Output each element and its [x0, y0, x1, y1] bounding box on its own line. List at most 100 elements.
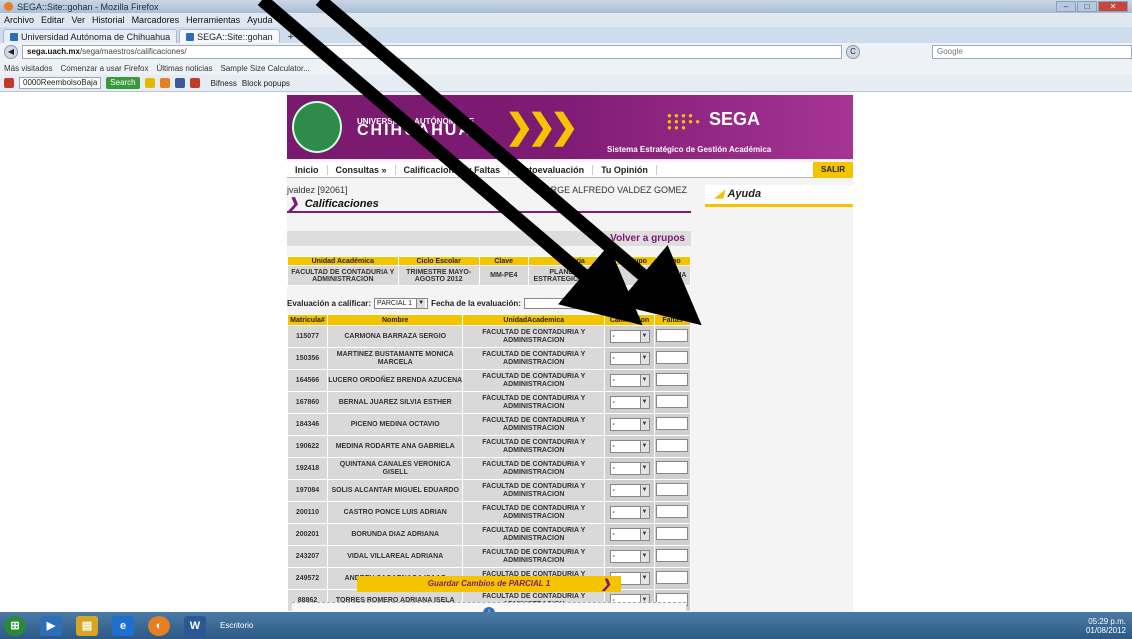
chevron-down-icon: ▼: [639, 419, 649, 430]
table-row: 164566 LUCERO ORDOÑEZ BRENDA AZUCENA FACUL…: [287, 369, 692, 392]
addon-search-button[interactable]: Search: [106, 77, 140, 89]
block-popups-link[interactable]: Block popups: [242, 79, 290, 88]
salir-button[interactable]: SALIR: [813, 161, 853, 178]
menu-archivo[interactable]: Archivo: [4, 15, 34, 25]
unidad-cell: FACULTAD DE CONTADURIA Y ADMINISTRACION: [462, 545, 606, 568]
faltas-cell: [653, 413, 692, 436]
nav-inicio[interactable]: Inicio: [287, 164, 328, 175]
faltas-input[interactable]: [656, 460, 689, 474]
faltas-input[interactable]: [656, 350, 689, 364]
addon-icon[interactable]: [4, 78, 14, 88]
ie-icon[interactable]: e: [112, 615, 134, 636]
url-bar[interactable]: sega.uach.mx/sega/maestros/calificacione…: [22, 45, 842, 59]
nav-opinion[interactable]: Tu Opinión: [593, 164, 657, 175]
nav-consultas[interactable]: Consultas »: [328, 164, 396, 175]
volver-a-grupos-link[interactable]: Volver a grupos: [287, 231, 691, 246]
menu-editar[interactable]: Editar: [41, 15, 65, 25]
tab-bar: Universidad Autónoma de Chihuahua SEGA::…: [0, 27, 1132, 43]
bookmark-sample-size[interactable]: Sample Size Calculator...: [221, 64, 310, 73]
faltas-input[interactable]: [656, 416, 689, 430]
faltas-input[interactable]: [656, 570, 689, 584]
col-unidad[interactable]: UnidadAcademica: [462, 314, 606, 326]
calificacion-value: -: [612, 442, 615, 450]
faltas-input[interactable]: [656, 328, 689, 342]
ayuda-panel[interactable]: ◢ Ayuda: [705, 185, 853, 207]
ayuda-label: Ayuda: [727, 188, 762, 200]
nav-autoevaluacion[interactable]: Autoevaluación: [509, 164, 594, 175]
explorer-icon[interactable]: ▤: [76, 615, 98, 636]
evaluation-line: Evaluación a calificar: PARCIAL 1 ▼ Fecha…: [287, 298, 691, 309]
calificacion-value: -: [612, 464, 615, 472]
calificacion-select[interactable]: -▼: [609, 550, 650, 563]
desktop-label[interactable]: Escritorio: [220, 621, 253, 630]
menu-ver[interactable]: Ver: [72, 15, 86, 25]
nav-calificaciones[interactable]: Calificaciones y Faltas: [396, 164, 510, 175]
nombre-cell: SOLIS ALCANTAR MIGUEL EDUARDO: [326, 479, 464, 502]
calificacion-select[interactable]: -▼: [609, 396, 650, 409]
faltas-input[interactable]: [656, 394, 689, 408]
media-player-icon[interactable]: ▶: [40, 615, 62, 636]
start-button[interactable]: ⊞: [4, 615, 26, 636]
clock-time: 05:29 p.m.: [1088, 616, 1126, 626]
calificacion-select[interactable]: -▼: [609, 484, 650, 497]
back-button[interactable]: ◀: [4, 45, 18, 59]
faltas-input[interactable]: [656, 482, 689, 496]
fecha-input[interactable]: [523, 298, 624, 309]
faltas-input[interactable]: [656, 372, 689, 386]
menu-ayuda[interactable]: Ayuda: [247, 15, 272, 25]
col-faltas[interactable]: Faltas: [653, 314, 692, 326]
chevron-right-icon: ❯: [287, 195, 299, 211]
col-nombre[interactable]: Nombre: [326, 314, 464, 326]
chevron-down-icon: ▼: [639, 485, 649, 496]
minimize-button[interactable]: –: [1056, 1, 1076, 12]
uach-icon: [10, 32, 18, 41]
bifness-link[interactable]: Bifness: [211, 79, 237, 88]
calificacion-value: -: [612, 420, 615, 428]
calificacion-select[interactable]: -▼: [609, 374, 650, 387]
calificacion-select[interactable]: -▼: [609, 462, 650, 475]
tab-uach[interactable]: Universidad Autónoma de Chihuahua: [3, 29, 178, 43]
save-changes-button[interactable]: Guardar Cambios de PARCIAL 1 ❯: [357, 576, 621, 592]
firefox-taskbar-icon[interactable]: ◐: [148, 615, 170, 636]
col-matricula[interactable]: Matricula#: [287, 314, 328, 326]
new-tab-button[interactable]: +: [282, 31, 300, 43]
calificacion-select[interactable]: -▼: [609, 440, 650, 453]
faltas-input[interactable]: [656, 504, 689, 518]
unidad-cell: FACULTAD DE CONTADURIA Y ADMINISTRACION: [462, 413, 606, 436]
maximize-button[interactable]: □: [1077, 1, 1097, 12]
calificacion-select[interactable]: -▼: [609, 330, 650, 343]
tab-label: Universidad Autónoma de Chihuahua: [21, 31, 171, 42]
youtube-icon[interactable]: [189, 78, 200, 88]
word-icon[interactable]: W: [184, 615, 206, 636]
chevron-down-icon: ▼: [639, 573, 649, 584]
folder-icon[interactable]: [144, 78, 155, 88]
addon-field[interactable]: 0000ReembolsoBaja: [19, 77, 102, 89]
faltas-input[interactable]: [656, 548, 689, 562]
menu-herramientas[interactable]: Herramientas: [186, 15, 240, 25]
rss-icon[interactable]: [159, 78, 170, 88]
bookmark-noticias[interactable]: Últimas noticias: [157, 64, 213, 73]
calificacion-select[interactable]: -▼: [609, 352, 650, 365]
calificacion-select[interactable]: -▼: [609, 506, 650, 519]
col-calificacion[interactable]: Calificacion: [604, 314, 655, 326]
tab-sega[interactable]: SEGA::Site::gohan: [179, 29, 280, 43]
page-title: ❯ Calificaciones: [287, 195, 691, 213]
calificacion-select[interactable]: -▼: [609, 528, 650, 541]
reload-button[interactable]: C: [846, 45, 860, 59]
facebook-icon[interactable]: [174, 78, 185, 88]
menu-marcadores[interactable]: Marcadores: [132, 15, 180, 25]
matricula-cell: 150356: [287, 347, 328, 370]
faltas-cell: [653, 369, 692, 392]
bookmark-comenzar[interactable]: Comenzar a usar Firefox: [60, 64, 148, 73]
faltas-input[interactable]: [656, 526, 689, 540]
search-input[interactable]: Google: [932, 45, 1132, 59]
faltas-input[interactable]: [656, 438, 689, 452]
unidad-cell: FACULTAD DE CONTADURIA Y ADMINISTRACION: [462, 347, 606, 370]
menu-historial[interactable]: Historial: [92, 15, 125, 25]
calificacion-select[interactable]: -▼: [609, 418, 650, 431]
eval-select[interactable]: PARCIAL 1 ▼: [374, 298, 429, 309]
close-button[interactable]: ✕: [1098, 1, 1128, 12]
bookmark-mas-visitados[interactable]: Más visitados: [4, 64, 52, 73]
chevron-down-icon: ▼: [639, 551, 649, 562]
table-row: 190622 MEDINA RODARTE ANA GABRIELA FACULTA…: [287, 435, 692, 458]
